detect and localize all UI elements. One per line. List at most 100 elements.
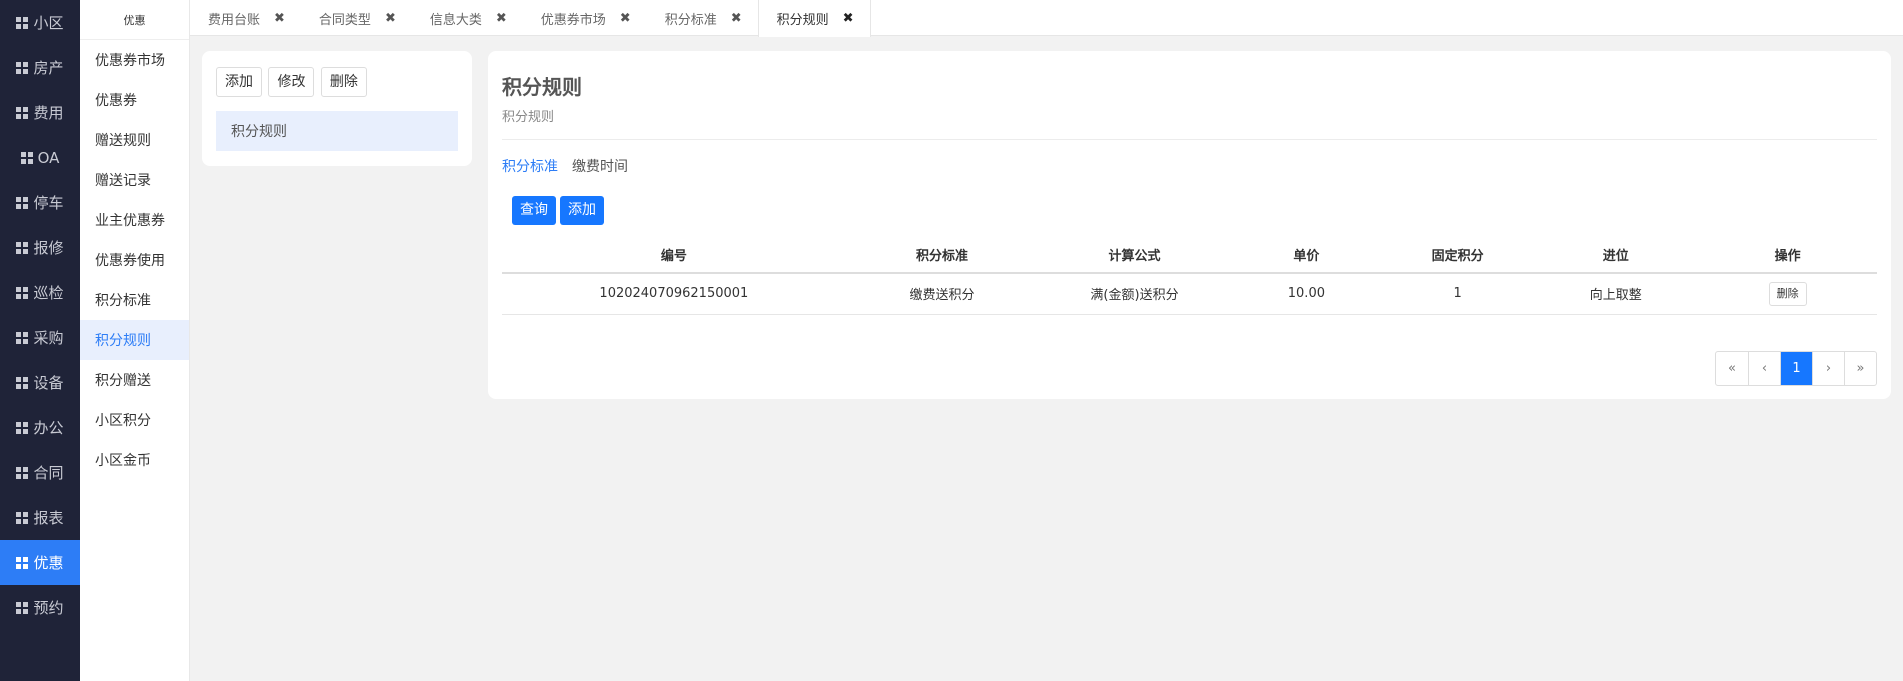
nav-item-oa[interactable]: OA (0, 135, 80, 180)
nav-item-label: 费用 (33, 104, 64, 122)
nav-item-community[interactable]: 小区 (0, 0, 80, 45)
submenu-item-points-gift[interactable]: 积分赠送 (80, 360, 189, 400)
tab-contract-type[interactable]: 合同类型 ✖ (301, 0, 412, 36)
nav-item-property[interactable]: 房产 (0, 45, 80, 90)
add-button[interactable]: 添加 (216, 67, 262, 97)
submenu-item-coupons[interactable]: 优惠券 (80, 80, 189, 120)
nav-item-label: 报修 (33, 239, 64, 257)
cell-actions: 删除 (1698, 273, 1877, 315)
tab-info-category[interactable]: 信息大类 ✖ (412, 0, 523, 36)
nav-item-label: 优惠 (33, 554, 64, 572)
submenu-item-gift-records[interactable]: 赠送记录 (80, 160, 189, 200)
grid-icon (16, 511, 29, 524)
cell-fixed-points: 1 (1382, 273, 1534, 315)
column-header: 操作 (1698, 237, 1877, 274)
cell-id: 102024070962150001 (502, 273, 846, 315)
submenu-item-community-gold[interactable]: 小区金币 (80, 440, 189, 480)
nav-item-reports[interactable]: 报表 (0, 495, 80, 540)
add-standard-button[interactable]: 添加 (560, 196, 604, 225)
tab-points-standard-inner[interactable]: 积分标准 (502, 156, 558, 176)
page-prev[interactable]: ‹ (1748, 352, 1780, 385)
tab-label: 优惠券市场 (540, 12, 606, 28)
pagination: « ‹ 1 › » (1715, 351, 1877, 386)
main-card: 积分规则 积分规则 积分标准 缴费时间 查询 添加 编号 积分标准 计算公式 单… (488, 51, 1891, 399)
page-title: 积分规则 (502, 75, 582, 99)
grid-icon (16, 556, 29, 569)
page-current[interactable]: 1 (1780, 352, 1812, 385)
nav-item-purchase[interactable]: 采购 (0, 315, 80, 360)
submenu-item-points-rules[interactable]: 积分规则 (80, 320, 189, 360)
submenu-item-coupon-market[interactable]: 优惠券市场 (80, 40, 189, 80)
action-bar: 查询 添加 (502, 196, 1877, 225)
tab-bar: 费用台账 ✖ 合同类型 ✖ 信息大类 ✖ 优惠券市场 ✖ 积分标准 ✖ 积分规则 ✖ (190, 0, 1903, 37)
grid-icon (16, 421, 29, 434)
points-table: 编号 积分标准 计算公式 单价 固定积分 进位 操作 1020240709621… (502, 237, 1877, 315)
inner-tabs: 积分标准 缴费时间 (502, 156, 1877, 176)
nav-item-repair[interactable]: 报修 (0, 225, 80, 270)
close-icon[interactable]: ✖ (843, 11, 854, 26)
page-last[interactable]: » (1844, 352, 1876, 385)
cell-standard: 缴费送积分 (845, 273, 1039, 315)
edit-button[interactable]: 修改 (268, 67, 315, 97)
tab-label: 积分规则 (776, 13, 829, 28)
nav-item-discount[interactable]: 优惠 (0, 540, 80, 585)
close-icon[interactable]: ✖ (496, 11, 507, 26)
column-header: 单价 (1230, 237, 1382, 274)
tab-label: 合同类型 (318, 12, 371, 28)
tab-label: 积分标准 (664, 12, 717, 28)
grid-icon (16, 16, 29, 29)
column-header: 计算公式 (1038, 237, 1231, 274)
tab-label: 信息大类 (429, 12, 482, 28)
submenu-item-coupon-usage[interactable]: 优惠券使用 (80, 240, 189, 280)
list-item[interactable]: 积分规则 (216, 111, 458, 151)
grid-icon (16, 376, 29, 389)
tab-payment-time[interactable]: 缴费时间 (572, 156, 628, 176)
query-button[interactable]: 查询 (512, 196, 556, 225)
nav-item-equipment[interactable]: 设备 (0, 360, 80, 405)
nav-item-label: 预约 (33, 599, 64, 617)
tab-fee-ledger[interactable]: 费用台账 ✖ (190, 0, 301, 36)
grid-icon (16, 61, 29, 74)
grid-icon (16, 601, 29, 614)
nav-item-label: 合同 (33, 464, 64, 482)
nav-item-parking[interactable]: 停车 (0, 180, 80, 225)
tab-label: 费用台账 (208, 12, 261, 28)
grid-icon (16, 331, 29, 344)
row-delete-button[interactable]: 删除 (1768, 281, 1807, 306)
divider (502, 139, 1877, 140)
close-icon[interactable]: ✖ (274, 11, 285, 26)
page-subtitle: 积分规则 (502, 110, 555, 125)
column-header: 积分标准 (845, 237, 1039, 274)
column-header: 编号 (502, 237, 846, 274)
close-icon[interactable]: ✖ (731, 11, 742, 26)
nav-item-contract[interactable]: 合同 (0, 450, 80, 495)
submenu-item-owner-coupons[interactable]: 业主优惠券 (80, 200, 189, 240)
close-icon[interactable]: ✖ (620, 11, 631, 26)
tab-coupon-market[interactable]: 优惠券市场 ✖ (523, 0, 647, 36)
column-header: 固定积分 (1382, 237, 1534, 274)
table-row: 102024070962150001 缴费送积分 满(金额)送积分 10.00 … (502, 273, 1877, 315)
nav-item-office[interactable]: 办公 (0, 405, 80, 450)
submenu-title: 优惠 (80, 0, 189, 40)
nav-item-label: 巡检 (33, 284, 64, 302)
close-icon[interactable]: ✖ (385, 11, 396, 26)
page-first[interactable]: « (1716, 352, 1748, 385)
nav-item-fees[interactable]: 费用 (0, 90, 80, 135)
nav-item-label: 小区 (33, 14, 64, 32)
column-header: 进位 (1533, 237, 1699, 274)
nav-item-label: 停车 (33, 194, 64, 212)
grid-icon (16, 196, 29, 209)
table-header-row: 编号 积分标准 计算公式 单价 固定积分 进位 操作 (502, 237, 1877, 274)
nav-item-inspection[interactable]: 巡检 (0, 270, 80, 315)
grid-icon (16, 286, 29, 299)
submenu-item-community-points[interactable]: 小区积分 (80, 400, 189, 440)
submenu-item-points-standard[interactable]: 积分标准 (80, 280, 189, 320)
submenu-item-gift-rules[interactable]: 赠送规则 (80, 120, 189, 160)
nav-item-booking[interactable]: 预约 (0, 585, 80, 630)
delete-button[interactable]: 删除 (320, 67, 367, 97)
nav-item-label: 报表 (33, 509, 64, 527)
tab-points-rules[interactable]: 积分规则 ✖ (757, 0, 871, 37)
page-next[interactable]: › (1812, 352, 1844, 385)
tab-points-standard[interactable]: 积分标准 ✖ (647, 0, 758, 36)
grid-icon (16, 241, 29, 254)
